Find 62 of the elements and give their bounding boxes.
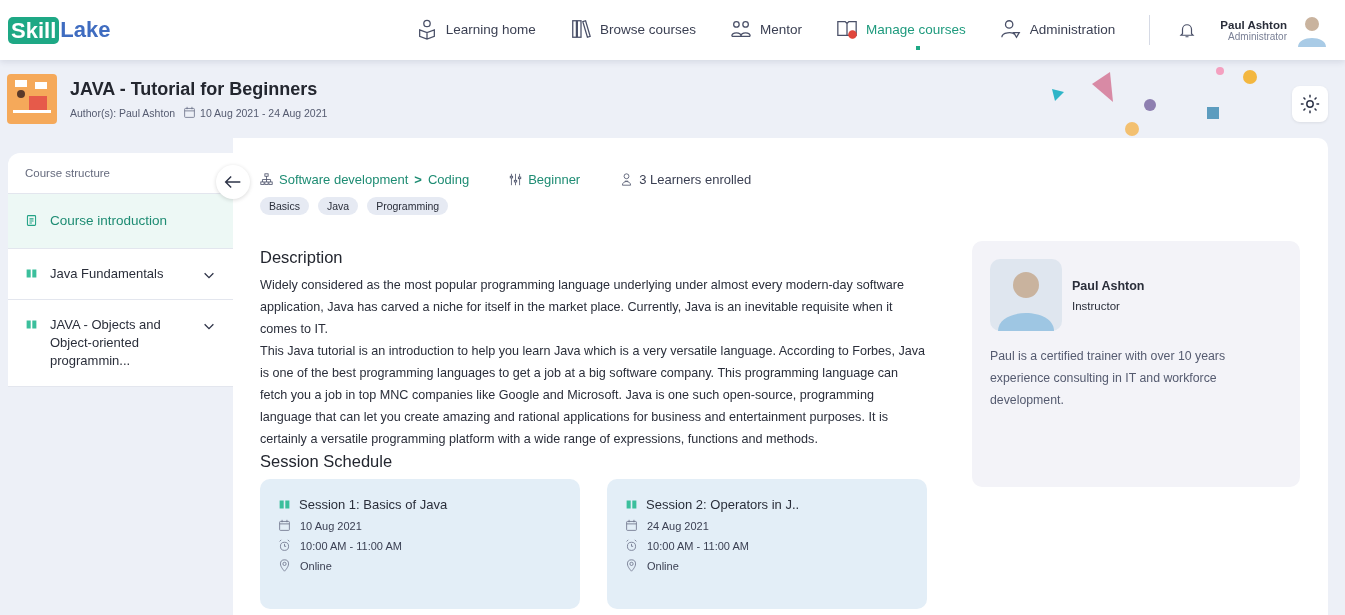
book-icon: [278, 498, 291, 511]
subcategory-link[interactable]: Coding: [427, 172, 470, 187]
session-card[interactable]: Session 1: Basics of Java 10 Aug 2021 10:00 AM - 11:00 AM Online: [260, 479, 580, 609]
location-pin-icon: [625, 559, 638, 572]
section-heading: Description: [260, 248, 344, 267]
instructor-photo-placeholder: [990, 259, 1062, 331]
calendar-icon: [625, 519, 638, 532]
logo-mark: Skill: [8, 16, 60, 44]
section-heading: Session Schedule: [260, 452, 394, 471]
user-role: Administrator: [1227, 30, 1287, 42]
learners-count: 3 Learners enrolled: [639, 172, 752, 187]
tag: Java: [317, 197, 359, 215]
breadcrumb-separator: >: [414, 172, 422, 187]
instructor-name: Paul Ashton: [1072, 278, 1145, 293]
session-location: Online: [300, 559, 332, 572]
nav-link[interactable]: Browse courses: [569, 8, 696, 52]
notification-bell-icon[interactable]: [1178, 21, 1197, 39]
logo-text: Lake: [60, 17, 111, 43]
instructor-bio: Paul is a certified trainer with over 10 years experience consulting in IT and workforce development.: [990, 348, 1227, 409]
learner-icon: [620, 173, 634, 186]
book-icon: [25, 267, 38, 280]
session-date: 24 Aug 2021: [647, 519, 709, 532]
tag: Programming: [367, 197, 449, 215]
course-dates: 10 Aug 2021 - 24 Aug 2021: [200, 106, 328, 119]
instructor-role: Instructor: [1072, 299, 1121, 312]
collapse-button[interactable]: [216, 165, 250, 199]
category-link[interactable]: Software development: [279, 172, 409, 187]
session-title: Session 1: Basics of Java: [299, 497, 448, 512]
tag: Basics: [260, 197, 309, 215]
calendar-icon: [183, 106, 197, 119]
settings-button[interactable]: [1292, 86, 1328, 122]
user-name: Paul Ashton: [1220, 18, 1287, 31]
location-pin-icon: [278, 559, 291, 572]
logo[interactable]: Skill Lake: [8, 16, 111, 44]
nav-link[interactable]: Learning home: [415, 8, 536, 52]
document-icon: [25, 214, 38, 227]
book-icon: [625, 498, 638, 511]
settings-icon: [1299, 93, 1321, 115]
nav-link[interactable]: Administration: [999, 8, 1116, 52]
alarm-clock-icon: [278, 539, 291, 552]
description-paragraph: This Java tutorial is an introduction to help you learn Java which is a very versatile language. According to Forbes, Java is one of the best programming languages to get a job at a big software company. This programming language can fetch you a job in top MNC companies like Google and Microsoft. Java is one such open-source, programming language that can let you create amazing and rational applications for business and entertainment purposes. It is certainly a versatile programming platform with a wide range of expressions, functions and methods.: [260, 343, 927, 448]
book-icon: [25, 318, 38, 331]
session-location: Online: [647, 559, 679, 572]
session-time: 10:00 AM - 11:00 AM: [647, 539, 749, 552]
session-date: 10 Aug 2021: [300, 519, 362, 532]
course-level: Beginner: [528, 172, 581, 187]
session-card[interactable]: Session 2: Operators in J.. 24 Aug 2021 10:00 AM - 11:00 AM Online: [607, 479, 927, 609]
nav-link[interactable]: Mentor: [729, 8, 802, 52]
sliders-icon: [509, 173, 523, 186]
session-time: 10:00 AM - 11:00 AM: [300, 539, 402, 552]
course-authors: Author(s): Paul Ashton: [70, 106, 176, 119]
course-thumbnail-drawing: [7, 74, 57, 124]
hierarchy-icon: [260, 173, 273, 186]
books-icon: [569, 18, 592, 40]
nav-link[interactable]: Manage courses: [835, 8, 966, 52]
course-title: JAVA - Tutorial for Beginners: [70, 79, 319, 100]
calendar-icon: [278, 519, 291, 532]
people-icon: [729, 18, 752, 40]
alarm-clock-icon: [625, 539, 638, 552]
course-structure-item[interactable]: Course introduction: [8, 194, 233, 249]
session-title: Session 2: Operators in J..: [646, 497, 800, 512]
description-paragraph: Widely considered as the most popular programming language underlying under almost every modern-day software application, Java has carved a niche for itself in the market place. Currently, Java is an inevitable requisite when it comes to IT.: [260, 277, 905, 338]
